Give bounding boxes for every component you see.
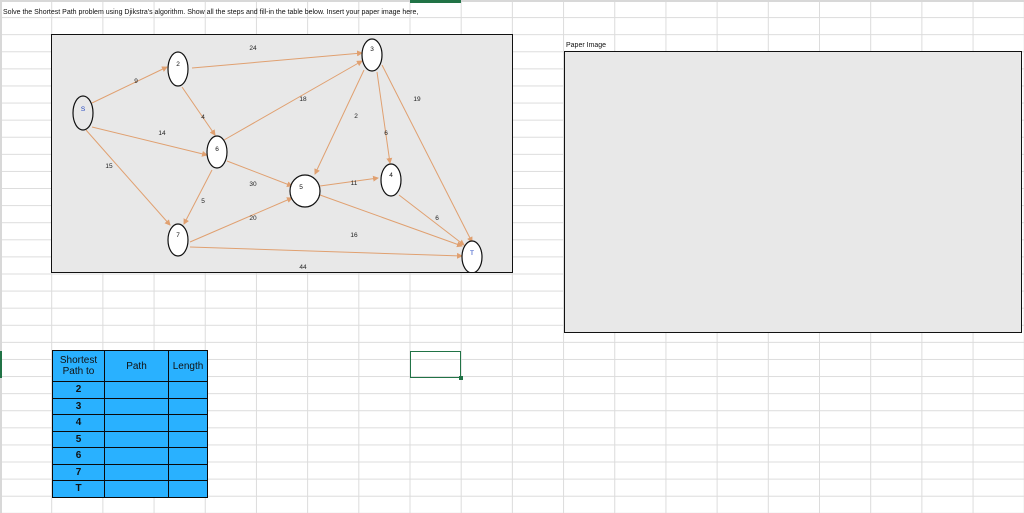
weight-7-t: 44 [299, 264, 307, 271]
row-target-cell[interactable]: 6 [52, 447, 105, 465]
header-shortest-path-to[interactable]: Shortest Path to [52, 350, 105, 382]
row-header-edge [0, 0, 2, 513]
table-row: 3 [52, 397, 208, 415]
node-3 [361, 38, 383, 72]
path-cell[interactable] [104, 463, 169, 481]
edge-s-2 [91, 66, 168, 104]
node-2 [167, 51, 189, 87]
table-row: 4 [52, 414, 208, 432]
row-target-cell[interactable]: 2 [52, 381, 105, 399]
node-label-t: T [470, 250, 474, 257]
path-cell[interactable] [104, 381, 169, 399]
node-label-7: 7 [176, 232, 180, 239]
node-4 [380, 163, 402, 197]
header-path[interactable]: Path [104, 350, 169, 382]
weight-5-4: 11 [351, 180, 358, 187]
length-cell[interactable] [168, 414, 208, 432]
node-7 [167, 223, 189, 257]
row-target-cell[interactable]: 3 [52, 397, 105, 415]
weight-4-t: 6 [435, 215, 439, 222]
edge-7-t [189, 246, 463, 259]
node-label-6: 6 [215, 146, 219, 153]
length-cell[interactable] [168, 381, 208, 399]
network-graph-image[interactable]: 9 14 15 24 4 18 30 5 2 6 19 11 16 6 20 4… [51, 34, 513, 273]
edge-2-6 [181, 86, 216, 136]
weight-s-2: 9 [134, 78, 138, 85]
edge-5-t [319, 194, 463, 248]
header-length[interactable]: Length [168, 350, 208, 382]
weight-6-7: 5 [201, 198, 205, 205]
length-cell[interactable] [168, 397, 208, 415]
edge-6-3 [223, 60, 363, 141]
node-label-s: S [81, 106, 86, 113]
length-cell[interactable] [168, 463, 208, 481]
paper-image-placeholder[interactable] [564, 51, 1022, 333]
node-label-4: 4 [389, 172, 393, 179]
row-target-cell[interactable]: 4 [52, 414, 105, 432]
edge-s-7 [85, 129, 171, 226]
table-row: 5 [52, 430, 208, 448]
table-row: 2 [52, 381, 208, 399]
weight-6-3: 18 [299, 96, 307, 103]
path-cell[interactable] [104, 414, 169, 432]
weight-2-3: 24 [249, 45, 257, 52]
path-cell[interactable] [104, 480, 169, 498]
weight-2-6: 4 [201, 114, 205, 121]
edge-3-t [381, 64, 473, 243]
node-label-3: 3 [370, 46, 374, 53]
length-cell[interactable] [168, 447, 208, 465]
edge-7-5 [189, 197, 293, 243]
fill-handle[interactable] [459, 376, 463, 380]
edge-s-6 [91, 126, 208, 157]
weight-7-5: 20 [249, 215, 257, 222]
weight-s-7: 15 [105, 163, 113, 170]
paper-image-label[interactable]: Paper Image [566, 42, 606, 49]
table-row: 7 [52, 463, 208, 481]
weight-3-t: 19 [413, 96, 421, 103]
edge-2-3 [191, 50, 363, 69]
column-selection-marker [410, 0, 461, 3]
table-header-row: Shortest Path to Path Length [52, 350, 208, 382]
active-cell-selection[interactable] [410, 351, 461, 378]
node-5 [289, 174, 321, 208]
network-graph: 9 14 15 24 4 18 30 5 2 6 19 11 16 6 20 4… [72, 38, 483, 272]
weight-5-t: 16 [350, 232, 358, 239]
shortest-path-table: Shortest Path to Path Length 2 3 4 5 6 7… [52, 350, 208, 498]
table-row: 6 [52, 447, 208, 465]
path-cell[interactable] [104, 430, 169, 448]
weight-3-4: 6 [384, 130, 388, 137]
table-row: T [52, 480, 208, 498]
weight-6-5: 30 [249, 181, 257, 188]
path-cell[interactable] [104, 397, 169, 415]
edge-4-t [398, 194, 465, 246]
edge-6-7 [183, 169, 213, 225]
node-label-2: 2 [176, 61, 180, 68]
edge-3-4 [376, 71, 393, 164]
length-cell[interactable] [168, 430, 208, 448]
header-edge [0, 0, 1024, 2]
node-label-5: 5 [299, 184, 303, 191]
instructions-text[interactable]: Solve the Shortest Path problem using Dj… [3, 9, 418, 16]
edge-5-4 [319, 175, 379, 187]
node-s [72, 95, 94, 131]
row-target-cell[interactable]: 7 [52, 463, 105, 481]
length-cell[interactable] [168, 480, 208, 498]
path-cell[interactable] [104, 447, 169, 465]
weight-3-5: 2 [354, 113, 358, 120]
weight-s-6: 14 [158, 130, 166, 137]
row-selection-marker [0, 351, 2, 378]
row-target-cell[interactable]: 5 [52, 430, 105, 448]
edge-3-5 [314, 69, 365, 175]
row-target-cell[interactable]: T [52, 480, 105, 498]
edge-6-5 [226, 160, 293, 188]
